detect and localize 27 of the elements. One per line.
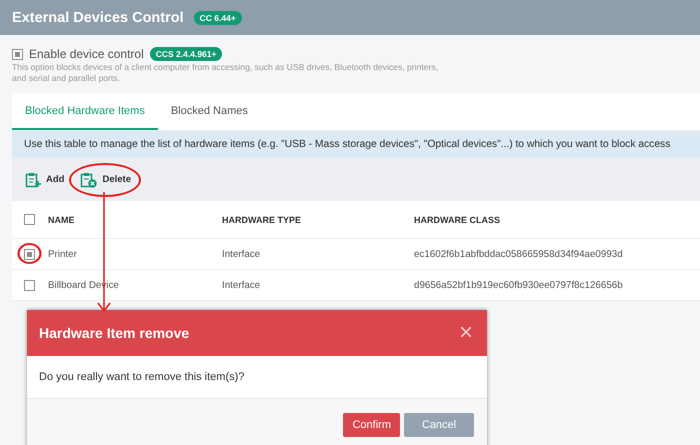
- enable-checkbox[interactable]: [12, 48, 23, 60]
- row-checkbox[interactable]: [24, 280, 35, 290]
- add-clipboard-icon: [25, 172, 41, 188]
- close-button[interactable]: ×: [458, 321, 473, 345]
- table-cell-text: Interface: [222, 280, 262, 290]
- table-cell-text: d9656a52bf1b919ec60fb930ee0797f8c126656b: [414, 280, 624, 290]
- version-badge: CC 6.44+: [194, 10, 242, 24]
- column-header: HARDWARE TYPE: [222, 214, 302, 224]
- cancel-button[interactable]: Cancel: [404, 412, 474, 436]
- table-cell-text: Printer: [48, 248, 78, 260]
- version-badge: CCS 2.4.4.961+: [150, 47, 222, 61]
- column-header: NAME: [48, 214, 76, 224]
- delete-clipboard-icon: [80, 172, 98, 188]
- table-cell-text: ec1602f6b1abfbddac058665958d34f94ae0993d: [414, 248, 624, 260]
- confirm-button[interactable]: Confirm: [343, 412, 400, 436]
- info-banner: Use this table to manage the list of hardware items (e.g. "USB - Mass storage devices", "Optical devices"...) to which you want to block access: [12, 131, 700, 158]
- toolbar-button[interactable]: Delete: [78, 168, 133, 190]
- row-checkbox[interactable]: [24, 248, 35, 260]
- dialog-title: Hardware Item remove: [39, 325, 190, 341]
- enable-label: Enable device control: [29, 47, 144, 61]
- tab[interactable]: Blocked Names: [158, 93, 261, 130]
- page-title: External Devices Control: [12, 10, 184, 26]
- table-cell-text: Interface: [222, 248, 262, 260]
- description-text: This option blocks devices of a client computer from accessing, such as USB drives, Bluetooth devices, printers, and serial and parallel ports.: [12, 62, 440, 84]
- toolbar-button[interactable]: Add: [23, 168, 66, 190]
- select-all-checkbox[interactable]: [24, 214, 35, 225]
- column-header: HARDWARE CLASS: [414, 214, 502, 224]
